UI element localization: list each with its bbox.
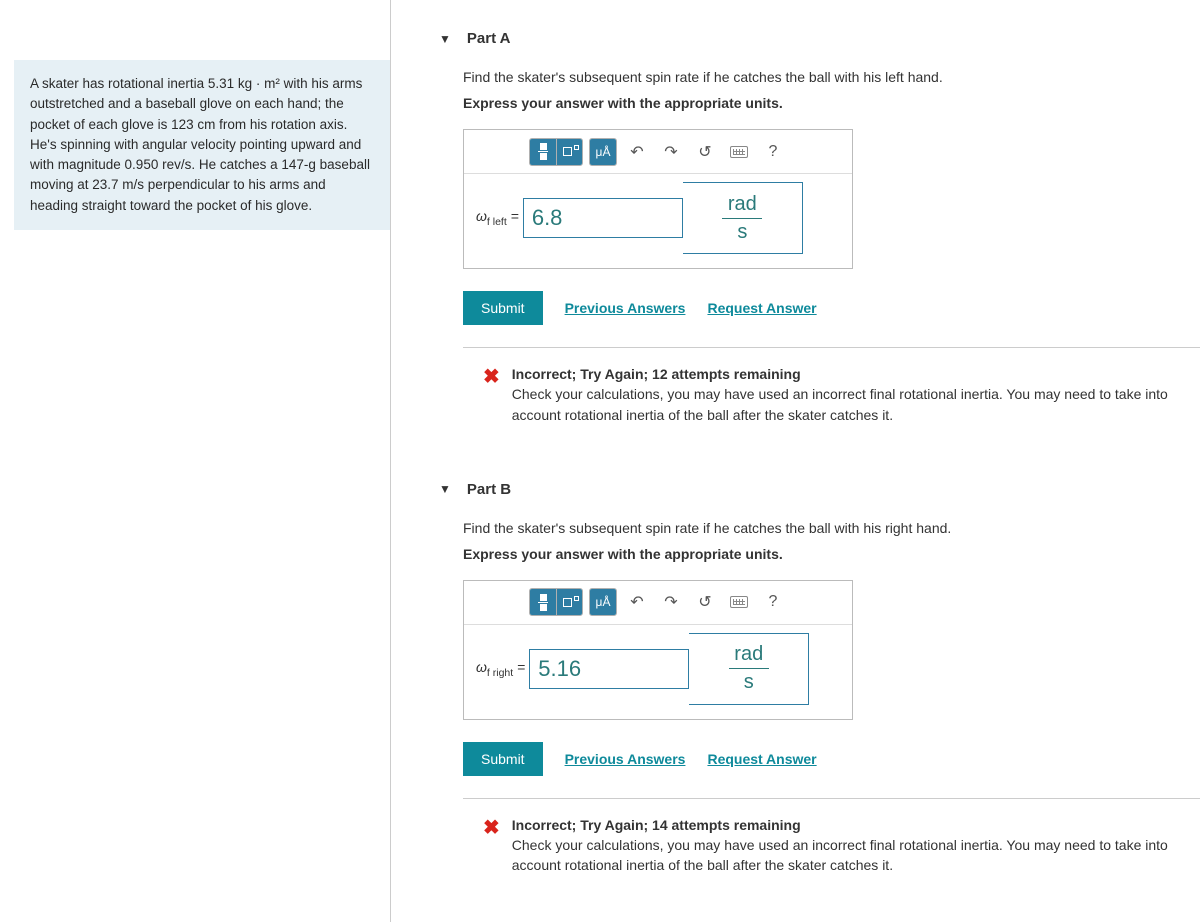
units-icon[interactable]: μÅ xyxy=(590,139,616,165)
units-group: μÅ xyxy=(589,138,617,166)
reset-icon[interactable]: ↺ xyxy=(691,588,719,616)
undo-icon[interactable]: ↶ xyxy=(623,588,651,616)
incorrect-icon: ✖ xyxy=(483,815,500,876)
caret-down-icon[interactable]: ▼ xyxy=(439,482,451,496)
keyboard-icon[interactable] xyxy=(725,588,753,616)
formula-group xyxy=(529,138,583,166)
unit-box-b[interactable]: rad s xyxy=(689,633,809,705)
part-b-instruction: Find the skater's subsequent spin rate i… xyxy=(463,520,1200,536)
feedback-box-a: ✖ Incorrect; Try Again; 12 attempts rema… xyxy=(463,347,1200,441)
request-answer-link-b[interactable]: Request Answer xyxy=(707,751,816,767)
feedback-title-a: Incorrect; Try Again; 12 attempts remain… xyxy=(512,364,1188,384)
feedback-text-b: Incorrect; Try Again; 14 attempts remain… xyxy=(512,815,1188,876)
undo-icon[interactable]: ↶ xyxy=(623,138,651,166)
reset-icon[interactable]: ↺ xyxy=(691,138,719,166)
unit-bot-b: s xyxy=(744,671,754,694)
part-b-sub-instruction: Express your answer with the appropriate… xyxy=(463,546,1200,562)
unit-top-a: rad xyxy=(728,193,757,216)
caret-down-icon[interactable]: ▼ xyxy=(439,32,451,46)
redo-icon[interactable]: ↷ xyxy=(657,588,685,616)
units-group: μÅ xyxy=(589,588,617,616)
help-icon[interactable]: ? xyxy=(759,588,787,616)
toolbar-a: μÅ ↶ ↷ ↺ ? xyxy=(464,130,852,174)
main-content: ▼ Part A Find the skater's subsequent sp… xyxy=(391,0,1200,922)
unit-top-b: rad xyxy=(734,643,763,666)
feedback-body-b: Check your calculations, you may have us… xyxy=(512,835,1188,876)
unit-bot-a: s xyxy=(737,221,747,244)
fraction-icon[interactable] xyxy=(530,139,556,165)
request-answer-link-a[interactable]: Request Answer xyxy=(707,300,816,316)
answer-box-a: μÅ ↶ ↷ ↺ ? ωf left = rad s xyxy=(463,129,853,269)
feedback-body-a: Check your calculations, you may have us… xyxy=(512,384,1188,425)
part-a-instruction: Find the skater's subsequent spin rate i… xyxy=(463,69,1200,85)
problem-text: A skater has rotational inertia 5.31 kg … xyxy=(14,60,390,230)
problem-sidebar: A skater has rotational inertia 5.31 kg … xyxy=(0,0,390,922)
redo-icon[interactable]: ↷ xyxy=(657,138,685,166)
answer-input-a[interactable] xyxy=(523,198,683,238)
answer-input-b[interactable] xyxy=(529,649,689,689)
variable-label-b: ωf right = xyxy=(476,659,525,679)
part-a-body: Find the skater's subsequent spin rate i… xyxy=(391,57,1200,471)
answer-row-a: ωf left = rad s xyxy=(464,174,852,268)
help-icon[interactable]: ? xyxy=(759,138,787,166)
fraction-icon[interactable] xyxy=(530,589,556,615)
previous-answers-link-a[interactable]: Previous Answers xyxy=(565,300,686,316)
part-b-body: Find the skater's subsequent spin rate i… xyxy=(391,508,1200,922)
part-b-label: Part B xyxy=(467,481,511,498)
toolbar-b: μÅ ↶ ↷ ↺ ? xyxy=(464,581,852,625)
part-a-sub-instruction: Express your answer with the appropriate… xyxy=(463,95,1200,111)
variable-label-a: ωf left = xyxy=(476,208,519,228)
unit-box-a[interactable]: rad s xyxy=(683,182,803,254)
part-a-label: Part A xyxy=(467,30,511,47)
button-row-b: Submit Previous Answers Request Answer xyxy=(463,742,1200,776)
answer-row-b: ωf right = rad s xyxy=(464,625,852,719)
keyboard-icon[interactable] xyxy=(725,138,753,166)
submit-button-a[interactable]: Submit xyxy=(463,291,543,325)
submit-button-b[interactable]: Submit xyxy=(463,742,543,776)
button-row-a: Submit Previous Answers Request Answer xyxy=(463,291,1200,325)
previous-answers-link-b[interactable]: Previous Answers xyxy=(565,751,686,767)
incorrect-icon: ✖ xyxy=(483,364,500,425)
exponent-icon[interactable] xyxy=(556,589,582,615)
feedback-text-a: Incorrect; Try Again; 12 attempts remain… xyxy=(512,364,1188,425)
part-a-header[interactable]: ▼ Part A xyxy=(391,20,1200,57)
answer-box-b: μÅ ↶ ↷ ↺ ? ωf right = rad s xyxy=(463,580,853,720)
formula-group xyxy=(529,588,583,616)
part-b-header[interactable]: ▼ Part B xyxy=(391,471,1200,508)
exponent-icon[interactable] xyxy=(556,139,582,165)
units-icon[interactable]: μÅ xyxy=(590,589,616,615)
feedback-title-b: Incorrect; Try Again; 14 attempts remain… xyxy=(512,815,1188,835)
feedback-box-b: ✖ Incorrect; Try Again; 14 attempts rema… xyxy=(463,798,1200,892)
